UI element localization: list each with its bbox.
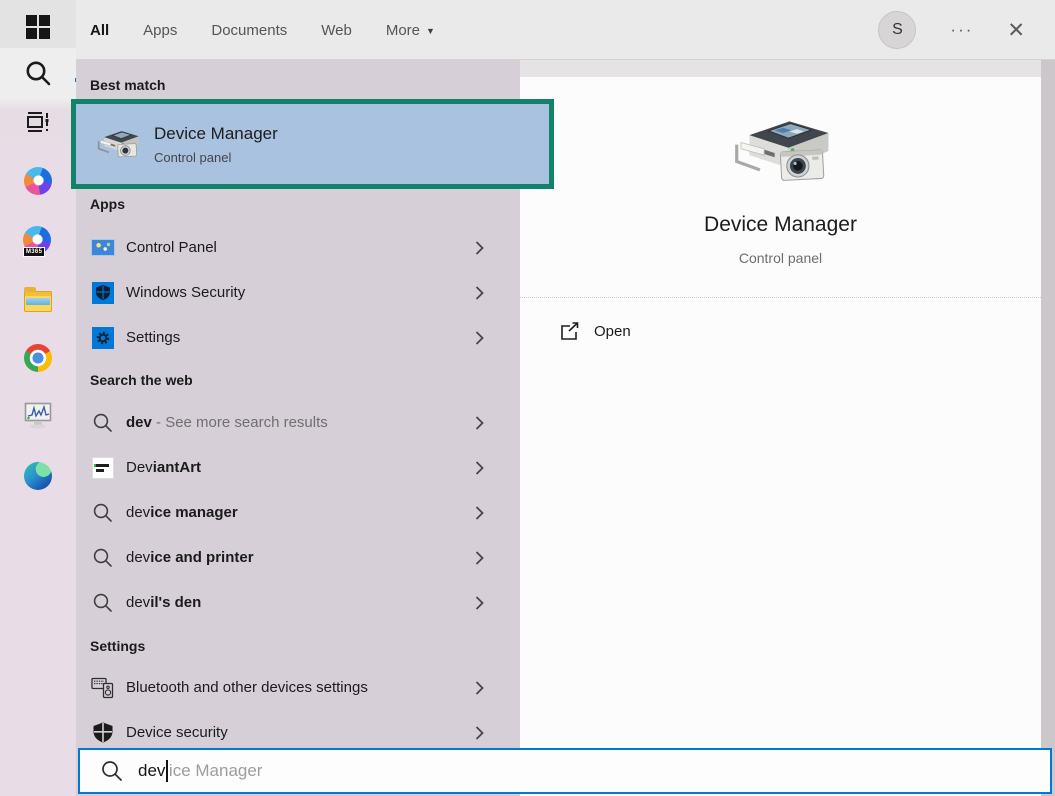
web-suggestion-device-and-printer[interactable]: device and printer (76, 535, 520, 580)
settings-gear-icon (92, 327, 114, 349)
best-match-result[interactable]: Device Manager Control panel (76, 104, 549, 184)
topbar-controls: S ··· ✕ (878, 0, 1055, 60)
preview-title: Device Manager (520, 213, 1041, 237)
open-button[interactable]: Open (560, 322, 680, 341)
chevron-right-icon[interactable] (475, 330, 484, 345)
bluetooth-devices-icon (91, 676, 115, 700)
device-security-shield-icon (93, 722, 113, 743)
web-suggestion-deviantart[interactable]: DeviantArt (76, 445, 520, 490)
chevron-right-icon[interactable] (475, 595, 484, 610)
search-icon (92, 502, 114, 524)
copilot-icon (24, 167, 52, 195)
device-manager-icon (728, 113, 834, 191)
control-panel-icon (91, 239, 115, 256)
search-typed-text: dev (138, 761, 165, 781)
list-item-windows-security[interactable]: Windows Security (76, 270, 520, 315)
best-match-annotation-box: Device Manager Control panel (71, 99, 554, 189)
m365-copilot-icon: M365 (23, 226, 53, 256)
tab-apps[interactable]: Apps (143, 22, 177, 39)
search-input[interactable]: dev ice Manager (78, 748, 1052, 794)
more-options-icon[interactable]: ··· (950, 20, 973, 40)
resource-monitor-icon (24, 402, 52, 429)
user-avatar[interactable]: S (878, 11, 916, 49)
list-item-control-panel[interactable]: Control Panel (76, 225, 520, 270)
start-button[interactable] (0, 2, 76, 52)
web-suggestion-devils-den[interactable]: devil's den (76, 580, 520, 625)
preview-panel: Device Manager Control panel Open (520, 77, 1041, 796)
chevron-right-icon[interactable] (475, 285, 484, 300)
m365-copilot-button[interactable]: M365 (0, 216, 76, 266)
list-item-bluetooth-devices-settings[interactable]: Bluetooth and other devices settings (76, 665, 520, 710)
list-item-settings[interactable]: Settings (76, 315, 520, 360)
panel-top-gap (520, 60, 1055, 77)
apps-header: Apps (90, 196, 125, 212)
close-icon[interactable]: ✕ (1007, 20, 1025, 41)
chevron-right-icon[interactable] (475, 550, 484, 565)
chrome-button[interactable] (0, 333, 76, 383)
windows-security-icon (92, 282, 114, 304)
chrome-icon (24, 344, 52, 372)
preview-subtitle: Control panel (520, 250, 1041, 266)
file-explorer-icon (24, 291, 52, 312)
web-suggestion-see-more[interactable]: dev - See more search results (76, 400, 520, 445)
avatar-initial: S (892, 21, 903, 39)
text-cursor (166, 760, 168, 782)
tab-documents[interactable]: Documents (211, 22, 287, 39)
divider (520, 297, 1041, 298)
chevron-right-icon[interactable] (475, 725, 484, 740)
search-tab-bar: All Apps Documents Web More▼ S ··· ✕ (76, 0, 1055, 60)
device-manager-icon (95, 127, 141, 162)
m365-badge: M365 (23, 247, 45, 257)
tab-web[interactable]: Web (321, 22, 352, 39)
search-icon (92, 592, 114, 614)
open-external-icon (560, 322, 580, 341)
windows-search-screen: M365 All Apps Docum (0, 0, 1055, 796)
search-suggestion-text: ice Manager (169, 761, 263, 781)
copilot-button[interactable] (0, 156, 76, 206)
settings-header: Settings (90, 638, 145, 654)
taskbar-search-button[interactable] (0, 48, 76, 98)
chevron-right-icon[interactable] (475, 505, 484, 520)
edge-button[interactable] (0, 451, 76, 501)
search-icon (92, 547, 114, 569)
desktop-edge-strip (1041, 60, 1055, 796)
edge-icon (24, 462, 52, 490)
search-icon (23, 58, 53, 88)
task-view-button[interactable] (0, 97, 76, 147)
tab-all[interactable]: All (90, 22, 109, 39)
deviantart-icon (92, 457, 114, 479)
search-icon (100, 759, 124, 783)
chevron-right-icon[interactable] (475, 460, 484, 475)
taskbar: M365 (0, 0, 76, 796)
task-view-icon (23, 107, 53, 137)
tabs: All Apps Documents Web More▼ (90, 0, 435, 60)
chevron-right-icon[interactable] (475, 415, 484, 430)
dropdown-arrow-icon: ▼ (426, 26, 435, 36)
windows-logo-icon (26, 15, 50, 39)
search-icon (92, 412, 114, 434)
best-match-header: Best match (90, 77, 165, 93)
web-suggestion-device-manager[interactable]: device manager (76, 490, 520, 535)
web-header: Search the web (90, 372, 193, 388)
chevron-right-icon[interactable] (475, 680, 484, 695)
resource-monitor-button[interactable] (0, 390, 76, 440)
file-explorer-button[interactable] (0, 276, 76, 326)
chevron-right-icon[interactable] (475, 240, 484, 255)
tab-more[interactable]: More▼ (386, 22, 435, 39)
